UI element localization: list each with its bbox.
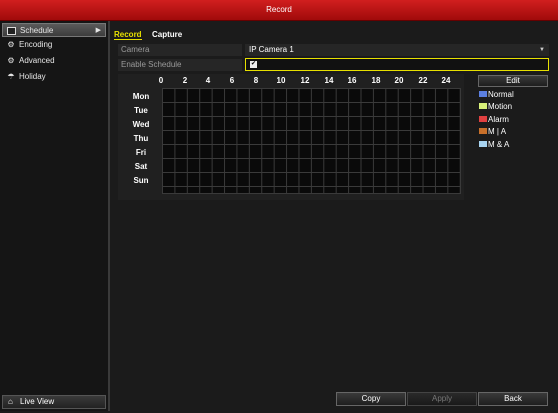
apply-button[interactable]: Apply	[407, 392, 477, 406]
hour-label: 2	[182, 76, 188, 85]
day-label-wed: Wed	[132, 120, 150, 129]
hour-label: 16	[347, 76, 357, 85]
back-button[interactable]: Back	[478, 392, 548, 406]
gear-icon: ⚙	[7, 40, 15, 49]
advanced-icon: ⚙	[7, 56, 15, 65]
sidebar-item-holiday[interactable]: ☂ Holiday	[2, 70, 106, 84]
enable-schedule-field: ✔	[245, 58, 549, 71]
tab-record[interactable]: Record	[114, 30, 142, 40]
day-label-thu: Thu	[133, 134, 149, 143]
schedule-icon	[7, 27, 16, 35]
hour-label: 20	[394, 76, 404, 85]
hour-label: 10	[276, 76, 286, 85]
tab-capture[interactable]: Capture	[152, 30, 182, 39]
hour-label: 14	[324, 76, 334, 85]
live-view-button[interactable]: ⌂ Live View	[2, 395, 106, 409]
sidebar-item-encoding[interactable]: ⚙ Encoding	[2, 38, 106, 52]
sidebar-item-label: Encoding	[19, 40, 53, 49]
chevron-right-icon: ▶	[95, 27, 101, 34]
day-label-sun: Sun	[133, 176, 149, 185]
camera-select-value: IP Camera 1	[249, 45, 294, 54]
hour-label: 4	[205, 76, 211, 85]
hour-label: 18	[371, 76, 381, 85]
day-label-tue: Tue	[134, 106, 148, 115]
legend-label: M | A	[488, 127, 507, 136]
sidebar: Schedule ▶ ⚙ Encoding ⚙ Advanced ☂ Holid…	[0, 21, 109, 411]
hour-label: 8	[253, 76, 259, 85]
legend-swatch	[479, 103, 487, 109]
camera-label: Camera	[118, 44, 242, 56]
day-label-mon: Mon	[132, 92, 150, 101]
hour-label: 6	[229, 76, 235, 85]
window-title: Record	[0, 0, 558, 21]
legend-swatch	[479, 116, 487, 122]
enable-schedule-checkbox[interactable]: ✔	[250, 61, 257, 68]
legend-swatch	[479, 91, 487, 97]
camera-select[interactable]: IP Camera 1 ▼	[245, 44, 549, 56]
sidebar-item-label: Schedule	[20, 26, 54, 35]
sidebar-item-label: Holiday	[19, 72, 46, 81]
sidebar-item-schedule[interactable]: Schedule ▶	[2, 23, 106, 37]
sidebar-item-advanced[interactable]: ⚙ Advanced	[2, 54, 106, 68]
day-label-sat: Sat	[134, 162, 148, 171]
live-view-label: Live View	[20, 397, 55, 406]
edit-button[interactable]: Edit	[478, 75, 548, 87]
legend-swatch	[479, 128, 487, 134]
legend-label: Motion	[488, 102, 513, 111]
home-icon: ⌂	[8, 397, 13, 406]
enable-schedule-label: Enable Schedule	[118, 59, 242, 71]
schedule-grid[interactable]	[162, 88, 461, 194]
day-label-fri: Fri	[135, 148, 147, 157]
chevron-down-icon: ▼	[539, 47, 545, 53]
legend-label: Normal	[488, 90, 514, 99]
legend-label: Alarm	[488, 115, 509, 124]
hour-label: 24	[441, 76, 451, 85]
holiday-icon: ☂	[7, 72, 15, 81]
sidebar-item-label: Advanced	[19, 56, 55, 65]
hour-label: 0	[158, 76, 164, 85]
legend-label: M & A	[488, 140, 510, 149]
legend-swatch	[479, 141, 487, 147]
hour-label: 12	[300, 76, 310, 85]
copy-button[interactable]: Copy	[336, 392, 406, 406]
hour-label: 22	[418, 76, 428, 85]
